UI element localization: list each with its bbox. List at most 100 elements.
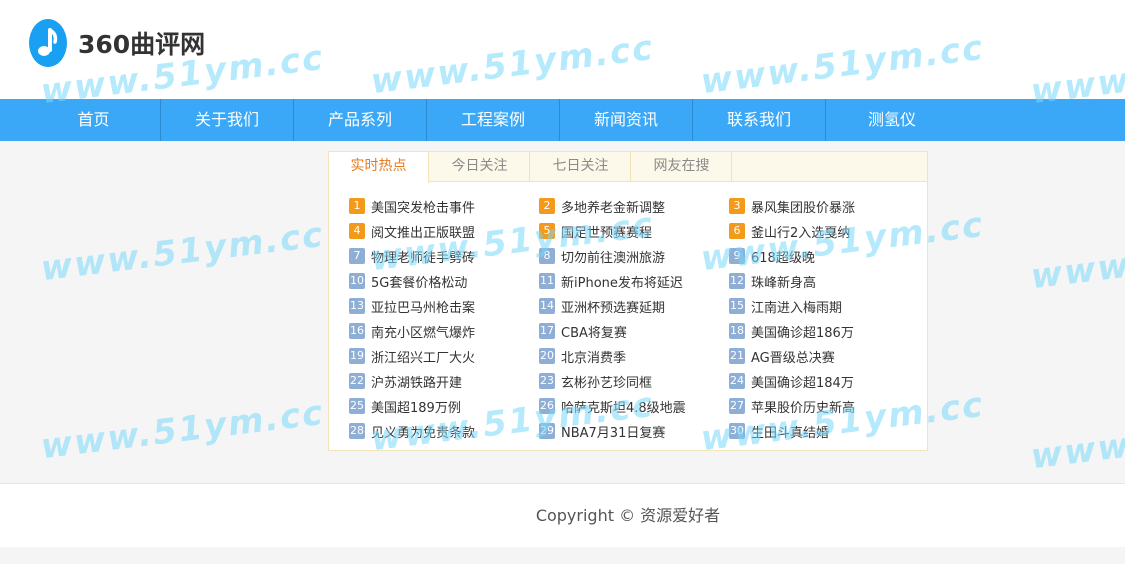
- hot-item-title: 阅文推出正版联盟: [371, 225, 476, 241]
- rank-badge: 12: [729, 273, 745, 289]
- rank-badge: 19: [349, 348, 365, 364]
- hot-list-item[interactable]: 6 釜山行2入选戛纳: [729, 221, 850, 241]
- rank-badge: 14: [539, 298, 555, 314]
- hot-list-item[interactable]: 16 南充小区燃气爆炸: [349, 321, 475, 341]
- hot-item-title: 江南进入梅雨期: [751, 300, 843, 316]
- hot-list-item[interactable]: 12 珠峰新身高: [729, 271, 816, 291]
- hot-topics-panel: 实时热点 今日关注 七日关注 网友在搜 1 美国突发枪击事件 2 多地养老金新调整 3 暴…: [328, 151, 928, 451]
- hot-list-item[interactable]: 21 AG晋级总决赛: [729, 346, 835, 366]
- hot-list-item[interactable]: 28 见义勇为免责条款: [349, 421, 475, 441]
- hot-list-item[interactable]: 22 沪苏湖铁路开建: [349, 371, 462, 391]
- rank-badge: 17: [539, 323, 555, 339]
- watermark: www.51ym.cc: [1028, 222, 1125, 298]
- hot-list-item[interactable]: 17 CBA将复赛: [539, 321, 627, 341]
- hot-list-item[interactable]: 24 美国确诊超184万: [729, 371, 854, 391]
- nav-item-cases[interactable]: 工程案例: [427, 99, 559, 141]
- hot-item-title: 苹果股价历史新高: [751, 400, 856, 416]
- rank-badge: 21: [729, 348, 745, 364]
- hot-list-item[interactable]: 11 新iPhone发布将延迟: [539, 271, 683, 291]
- hot-list-item[interactable]: 27 苹果股价历史新高: [729, 396, 855, 416]
- hot-item-title: 物理老师徒手劈砖: [371, 250, 476, 266]
- nav-item-news[interactable]: 新闻资讯: [560, 99, 692, 141]
- rank-badge: 28: [349, 423, 365, 439]
- hot-list-item[interactable]: 8 切勿前往澳洲旅游: [539, 246, 665, 266]
- hot-item-title: NBA7月31日复赛: [561, 425, 666, 441]
- site-name: 360曲评网: [78, 30, 206, 59]
- hot-list-item[interactable]: 29 NBA7月31日复赛: [539, 421, 665, 441]
- hot-item-title: 珠峰新身高: [751, 275, 817, 291]
- nav-item-contact[interactable]: 联系我们: [693, 99, 825, 141]
- watermark: www.51ym.cc: [1028, 402, 1125, 478]
- nav-item-about[interactable]: 关于我们: [161, 99, 293, 141]
- hot-list-item[interactable]: 26 哈萨克斯坦4.8级地震: [539, 396, 686, 416]
- rank-badge: 5: [539, 223, 555, 239]
- rank-badge: 18: [729, 323, 745, 339]
- hot-item-title: 美国确诊超186万: [751, 325, 854, 341]
- hot-item-title: 生田斗真结婚: [751, 425, 830, 441]
- hot-list-item[interactable]: 4 阅文推出正版联盟: [349, 221, 475, 241]
- hot-list-item[interactable]: 14 亚洲杯预选赛延期: [539, 296, 665, 316]
- rank-badge: 2: [539, 198, 555, 214]
- rank-badge: 22: [349, 373, 365, 389]
- rank-badge: 29: [539, 423, 555, 439]
- rank-badge: 4: [349, 223, 365, 239]
- hot-list-item[interactable]: 19 浙江绍兴工厂大火: [349, 346, 475, 366]
- hot-list-item[interactable]: 25 美国超189万例: [349, 396, 461, 416]
- hot-list-item[interactable]: 20 北京消费季: [539, 346, 626, 366]
- hot-item-title: 暴风集团股价暴涨: [751, 200, 856, 216]
- hot-item-title: 新iPhone发布将延迟: [561, 275, 683, 291]
- hot-list-item[interactable]: 1 美国突发枪击事件: [349, 196, 475, 216]
- tab-bar: 实时热点 今日关注 七日关注 网友在搜: [329, 152, 927, 183]
- tab-user-searches[interactable]: 网友在搜: [632, 152, 732, 182]
- hot-item-title: 美国突发枪击事件: [371, 200, 476, 216]
- rank-badge: 3: [729, 198, 745, 214]
- hot-item-title: 哈萨克斯坦4.8级地震: [561, 400, 686, 416]
- tab-seven-day-focus[interactable]: 七日关注: [531, 152, 631, 182]
- rank-badge: 26: [539, 398, 555, 414]
- hot-list-item[interactable]: 9 618超级晚: [729, 246, 815, 266]
- hot-item-title: 亚洲杯预选赛延期: [561, 300, 666, 316]
- hot-item-title: 南充小区燃气爆炸: [371, 325, 476, 341]
- hot-list-item[interactable]: 13 亚拉巴马州枪击案: [349, 296, 475, 316]
- header: 360曲评网: [0, 0, 1125, 99]
- hot-list-item[interactable]: 7 物理老师徒手劈砖: [349, 246, 475, 266]
- rank-badge: 10: [349, 273, 365, 289]
- hot-list-item[interactable]: 5 国足世预赛赛程: [539, 221, 652, 241]
- hot-list-item[interactable]: 10 5G套餐价格松动: [349, 271, 467, 291]
- music-note-logo-icon: [29, 19, 67, 67]
- hot-list-item[interactable]: 2 多地养老金新调整: [539, 196, 665, 216]
- rank-badge: 27: [729, 398, 745, 414]
- hot-item-title: 釜山行2入选戛纳: [751, 225, 851, 241]
- rank-badge: 11: [539, 273, 555, 289]
- rank-badge: 20: [539, 348, 555, 364]
- watermark: www.51ym.cc: [38, 214, 327, 290]
- tab-today-focus[interactable]: 今日关注: [430, 152, 530, 182]
- hot-item-title: 5G套餐价格松动: [371, 275, 468, 291]
- nav-item-home[interactable]: 首页: [27, 99, 160, 141]
- hot-item-title: 浙江绍兴工厂大火: [371, 350, 476, 366]
- hot-item-title: AG晋级总决赛: [751, 350, 835, 366]
- hot-list-item[interactable]: 18 美国确诊超186万: [729, 321, 854, 341]
- nav-item-hydrogen-meter[interactable]: 测氢仪: [826, 99, 958, 141]
- hot-list-item[interactable]: 15 江南进入梅雨期: [729, 296, 842, 316]
- hot-list-item[interactable]: 3 暴风集团股价暴涨: [729, 196, 855, 216]
- hot-item-title: 美国确诊超184万: [751, 375, 854, 391]
- rank-badge: 7: [349, 248, 365, 264]
- rank-badge: 9: [729, 248, 745, 264]
- main-nav: 首页 关于我们 产品系列 工程案例 新闻资讯 联系我们 测氢仪: [0, 99, 1125, 141]
- watermark: www.51ym.cc: [38, 392, 327, 468]
- hot-item-title: 沪苏湖铁路开建: [371, 375, 463, 391]
- rank-badge: 13: [349, 298, 365, 314]
- hot-item-title: 美国超189万例: [371, 400, 461, 416]
- nav-item-products[interactable]: 产品系列: [294, 99, 426, 141]
- site-logo[interactable]: 360曲评网: [28, 18, 205, 68]
- rank-badge: 25: [349, 398, 365, 414]
- hot-item-title: 多地养老金新调整: [561, 200, 666, 216]
- rank-badge: 6: [729, 223, 745, 239]
- hot-item-title: 亚拉巴马州枪击案: [371, 300, 476, 316]
- hot-item-title: 切勿前往澳洲旅游: [561, 250, 666, 266]
- rank-badge: 16: [349, 323, 365, 339]
- hot-list-item[interactable]: 30 生田斗真结婚: [729, 421, 829, 441]
- hot-list-item[interactable]: 23 玄彬孙艺珍同框: [539, 371, 652, 391]
- tab-realtime-hot[interactable]: 实时热点: [329, 152, 429, 183]
